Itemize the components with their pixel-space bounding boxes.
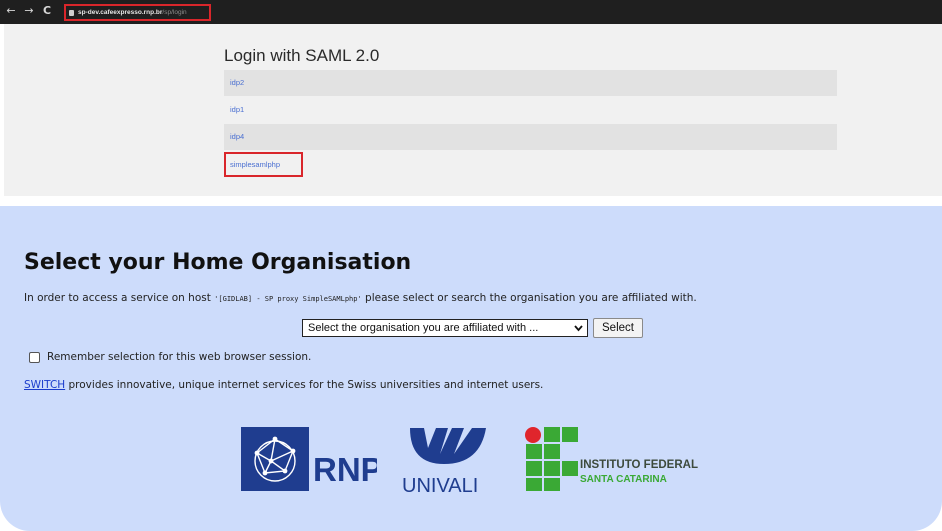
idp-row: idp2 [224, 70, 837, 96]
intro-host: '[GIDLAB] - SP proxy SimpleSAMLphp' [214, 295, 362, 303]
switch-link[interactable]: SWITCH [24, 379, 65, 391]
idp-link-idp4[interactable]: idp4 [230, 132, 244, 141]
organisation-select[interactable]: Select the organisation you are affiliat… [302, 319, 588, 337]
idp-row: idp1 [224, 97, 837, 123]
chevron-down-icon [574, 320, 583, 341]
intro-text: In order to access a service on host '[G… [24, 292, 697, 304]
remember-checkbox[interactable] [29, 352, 40, 363]
remember-label: Remember selection for this web browser … [47, 351, 312, 363]
browser-toolbar: ← → C sp-dev.cafeexpresso.rnp.br/sp/logi… [0, 0, 942, 24]
if-logo-line2: SANTA CATARINA [580, 474, 667, 485]
idp-link-idp1[interactable]: idp1 [230, 105, 244, 114]
url-host: sp-dev.cafeexpresso.rnp.br [78, 9, 163, 16]
saml-login-panel: Login with SAML 2.0 idp2 idp1 idp4 simpl… [4, 24, 942, 196]
idp-highlight-box: simplesamlphp [224, 152, 303, 177]
switch-info: SWITCH provides innovative, unique inter… [24, 379, 543, 391]
url-path: /sp/login [162, 9, 187, 16]
rnp-logo-text: RNP [313, 451, 377, 488]
univali-logo-text: UNIVALI [402, 475, 478, 496]
idp-link-simplesamlphp[interactable]: simplesamlphp [230, 160, 280, 169]
if-logo-line1: INSTITUTO FEDERAL [580, 459, 698, 471]
intro-after: please select or search the organisation… [361, 292, 697, 304]
switch-text: provides innovative, unique internet ser… [65, 379, 544, 391]
forward-icon[interactable]: → [22, 4, 36, 18]
page-title: Select your Home Organisation [24, 250, 412, 275]
rnp-logo: RNP [241, 427, 383, 495]
idp-link-idp2[interactable]: idp2 [230, 78, 244, 87]
back-icon[interactable]: ← [4, 4, 18, 18]
instituto-federal-logo: INSTITUTO FEDERAL SANTA CATARINA [524, 425, 704, 497]
reload-icon[interactable]: C [40, 4, 54, 18]
idp-row: idp4 [224, 124, 837, 150]
saml-title: Login with SAML 2.0 [224, 46, 380, 65]
select-button[interactable]: Select [593, 318, 643, 338]
discovery-panel: Select your Home Organisation In order t… [0, 206, 942, 531]
intro-before: In order to access a service on host [24, 292, 215, 304]
site-info-icon[interactable] [69, 9, 74, 16]
address-bar[interactable]: sp-dev.cafeexpresso.rnp.br/sp/login [64, 4, 211, 21]
univali-logo: UNIVALI [398, 424, 502, 500]
organisation-select-value: Select the organisation you are affiliat… [308, 322, 539, 334]
